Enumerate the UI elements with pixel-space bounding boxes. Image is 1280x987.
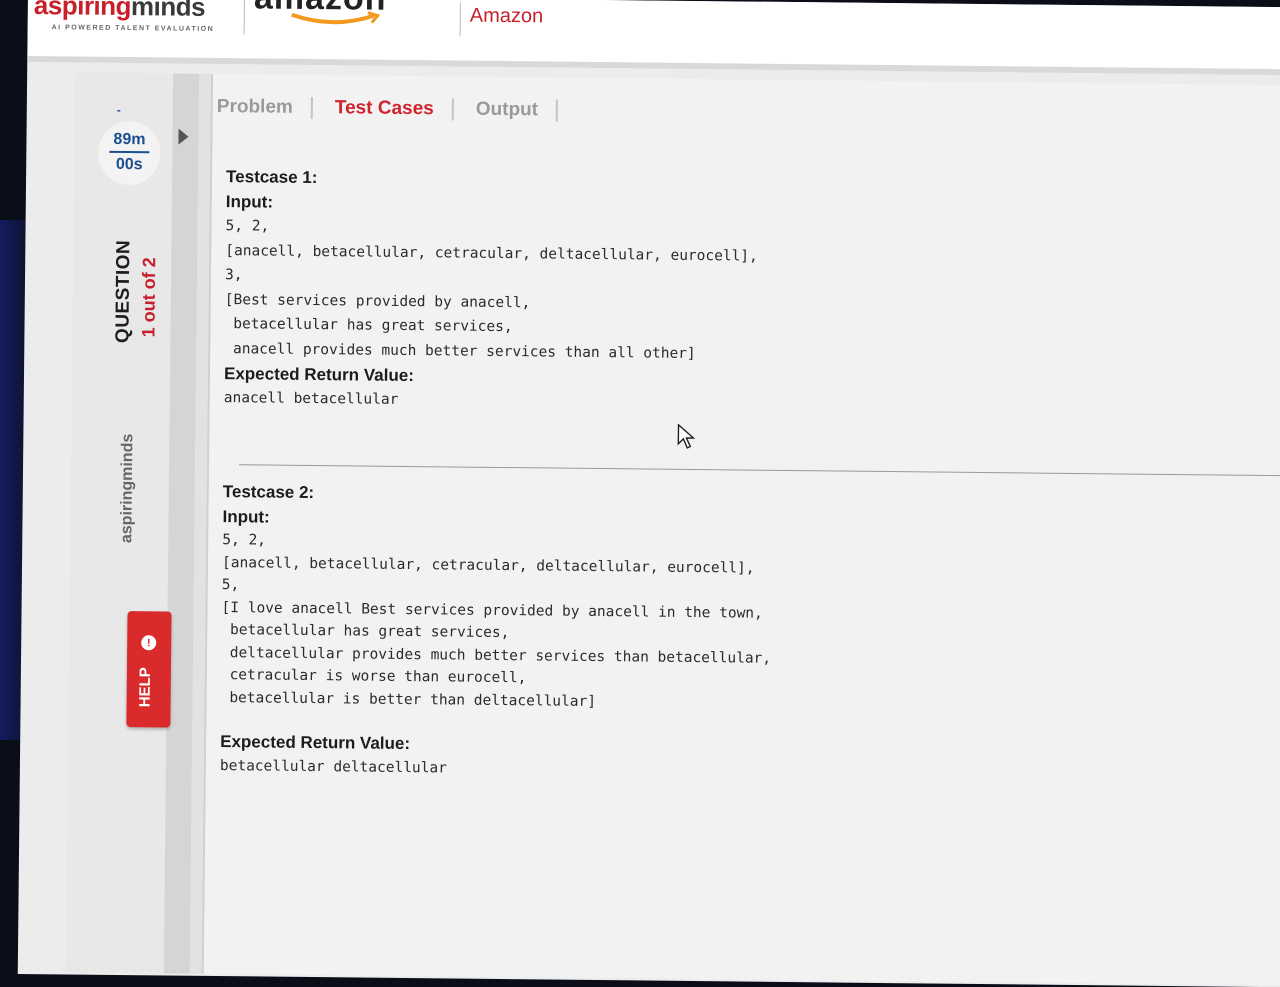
tab-bar: Problem Test Cases Output <box>217 96 580 122</box>
question-label: QUESTION <box>112 239 135 344</box>
tab-output[interactable]: Output <box>476 99 556 122</box>
header-divider <box>243 0 245 35</box>
amazon-smile-icon <box>291 11 380 25</box>
testcase-block: Testcase 2: Input: 5, 2, [anacell, betac… <box>220 479 1223 789</box>
aspiringminds-logo[interactable]: aspiringminds <box>34 0 206 23</box>
help-button[interactable]: ! HELP <box>126 611 172 728</box>
tab-problem[interactable]: Problem <box>217 96 311 119</box>
expand-arrow-icon[interactable] <box>178 128 189 145</box>
top-header: aspiringminds AI POWERED TALENT EVALUATI… <box>27 0 1280 76</box>
testcase-divider <box>239 464 1280 477</box>
logo-primary: aspiring <box>33 0 132 22</box>
logo-secondary: minds <box>130 0 206 22</box>
tab-divider <box>451 98 454 121</box>
sidebar-logo: aspiringminds <box>118 433 137 544</box>
tab-test-cases[interactable]: Test Cases <box>335 97 452 120</box>
countdown-timer: 89m 00s <box>98 120 161 186</box>
header-divider <box>459 2 461 37</box>
question-count: 1 out of 2 <box>138 257 160 338</box>
timer-dash: - <box>116 102 121 117</box>
app-window: aspiringminds AI POWERED TALENT EVALUATI… <box>17 0 1280 987</box>
help-label: HELP <box>136 667 154 708</box>
info-icon: ! <box>141 635 157 651</box>
timer-minutes: 89m <box>109 130 150 154</box>
main-content: Problem Test Cases Output Testcase 1: In… <box>203 73 1280 986</box>
mouse-pointer-icon <box>677 423 696 449</box>
testcase-block: Testcase 1: Input: 5, 2, [anacell, betac… <box>224 164 1227 421</box>
tab-divider <box>310 96 313 119</box>
company-name: Amazon <box>469 4 544 28</box>
logo-tagline: AI POWERED TALENT EVALUATION <box>51 24 215 33</box>
timer-seconds: 00s <box>115 155 143 174</box>
tab-divider <box>555 99 559 122</box>
